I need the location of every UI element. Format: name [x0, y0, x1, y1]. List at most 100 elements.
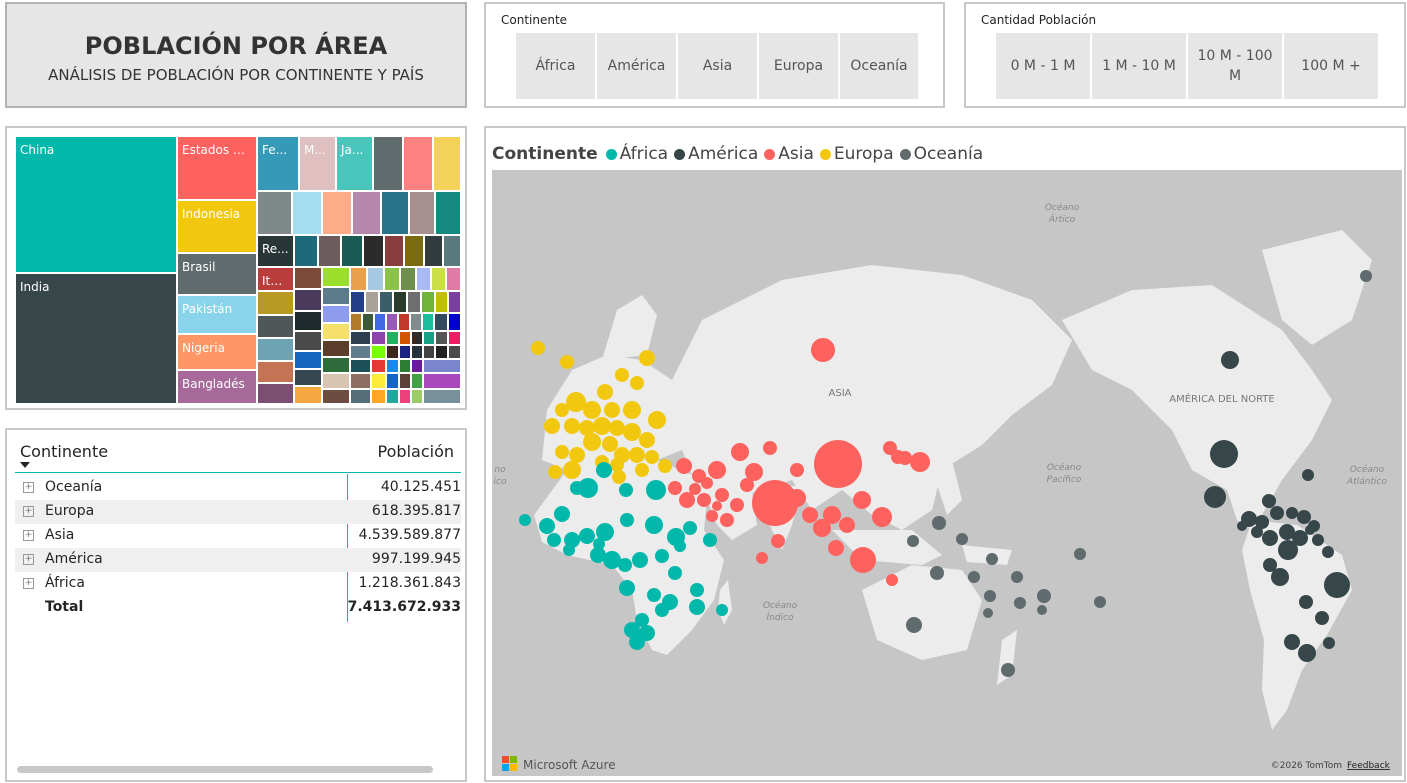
slicer-option-10-100m[interactable]: 10 M - 100 M — [1188, 33, 1282, 99]
treemap-tile[interactable] — [350, 359, 371, 373]
treemap-tile[interactable] — [448, 291, 461, 313]
treemap-tile[interactable] — [398, 313, 410, 331]
treemap-tile-indonesia[interactable]: Indonesia — [177, 200, 257, 253]
legend-item-oceania[interactable]: Oceanía — [899, 144, 983, 164]
legend-item-america[interactable]: América — [674, 144, 758, 164]
treemap-tile[interactable] — [384, 267, 400, 291]
treemap-tile[interactable] — [292, 191, 322, 235]
treemap-tile[interactable] — [423, 373, 461, 389]
treemap-tile-banglades[interactable]: Bangladés — [177, 370, 257, 404]
treemap-tile[interactable] — [374, 313, 386, 331]
slicer-option-asia[interactable]: Asia — [678, 33, 757, 99]
horizontal-scrollbar[interactable] — [17, 766, 433, 773]
treemap-tile[interactable] — [409, 191, 435, 235]
treemap-tile-pakistan[interactable]: Pakistán — [177, 295, 257, 334]
treemap-tile[interactable] — [435, 291, 448, 313]
expand-icon[interactable]: + — [23, 530, 34, 541]
legend-item-asia[interactable]: Asia — [764, 144, 814, 164]
treemap-tile[interactable] — [386, 313, 398, 331]
treemap-tile[interactable] — [386, 345, 399, 359]
treemap-tile-india[interactable]: India — [15, 273, 177, 404]
treemap-tile[interactable] — [448, 345, 461, 359]
treemap-tile[interactable] — [446, 267, 461, 291]
treemap-tile-fe[interactable]: Fe... — [257, 136, 299, 191]
treemap-tile[interactable] — [411, 389, 423, 404]
treemap-tile[interactable] — [384, 235, 404, 267]
treemap-tile[interactable] — [322, 267, 350, 287]
treemap-tile[interactable] — [404, 235, 424, 267]
treemap-tile[interactable] — [362, 313, 374, 331]
treemap-tile[interactable] — [294, 311, 322, 331]
treemap-tile[interactable] — [422, 313, 434, 331]
treemap-tile[interactable] — [393, 291, 407, 313]
treemap-tile[interactable] — [350, 291, 365, 313]
treemap-tile[interactable] — [386, 359, 399, 373]
expand-icon[interactable]: + — [23, 578, 34, 589]
treemap-tile-ita[interactable]: Ita... — [257, 267, 294, 291]
treemap-tile[interactable] — [322, 305, 350, 323]
treemap-tile[interactable] — [399, 345, 411, 359]
treemap-tile[interactable] — [411, 345, 423, 359]
treemap-tile[interactable] — [411, 373, 423, 389]
treemap-tile[interactable] — [294, 331, 322, 351]
treemap-tile-usa[interactable]: Estados U... — [177, 136, 257, 200]
treemap-tile[interactable] — [352, 191, 381, 235]
treemap-tile[interactable] — [350, 267, 367, 291]
treemap-tile[interactable] — [407, 291, 421, 313]
expand-icon[interactable]: + — [23, 554, 34, 565]
treemap-tile[interactable] — [350, 373, 371, 389]
treemap-tile[interactable] — [421, 291, 435, 313]
treemap-tile[interactable] — [322, 373, 350, 389]
treemap-tile[interactable] — [350, 313, 362, 331]
legend-item-africa[interactable]: África — [605, 144, 668, 164]
treemap-tile[interactable] — [322, 323, 350, 340]
treemap-tile[interactable] — [411, 331, 423, 345]
treemap-tile[interactable] — [322, 357, 350, 373]
treemap-tile[interactable] — [365, 291, 379, 313]
treemap-tile[interactable] — [322, 389, 350, 404]
treemap-tile[interactable] — [399, 389, 411, 404]
treemap-tile[interactable] — [371, 345, 386, 359]
treemap-tile[interactable] — [371, 373, 386, 389]
treemap-tile[interactable] — [443, 235, 461, 267]
treemap-tile[interactable] — [257, 338, 294, 361]
legend-item-europa[interactable]: Europa — [819, 144, 894, 164]
slicer-option-100m-plus[interactable]: 100 M + — [1284, 33, 1378, 99]
column-header-continent[interactable]: Continente — [20, 442, 108, 461]
treemap-tile[interactable] — [399, 373, 411, 389]
world-map[interactable]: Océano Ártico Océano Pacífico Océano Atl… — [492, 170, 1402, 776]
treemap-tile[interactable] — [386, 331, 399, 345]
treemap-tile[interactable] — [379, 291, 393, 313]
treemap-tile[interactable] — [416, 267, 431, 291]
treemap-tile-re[interactable]: Re... — [257, 235, 294, 267]
treemap-tile[interactable] — [257, 383, 294, 404]
treemap-tile[interactable] — [381, 191, 409, 235]
table-row[interactable]: + Oceanía 40.125.451 — [15, 476, 461, 500]
slicer-option-africa[interactable]: África — [516, 33, 595, 99]
treemap-tile[interactable] — [411, 359, 423, 373]
treemap-tile[interactable] — [424, 235, 443, 267]
treemap-tile[interactable] — [341, 235, 363, 267]
treemap-tile[interactable] — [423, 331, 435, 345]
slicer-option-europa[interactable]: Europa — [759, 33, 838, 99]
treemap-tile-brasil[interactable]: Brasil — [177, 253, 257, 295]
treemap-tile[interactable] — [294, 235, 318, 267]
treemap-tile[interactable] — [294, 351, 322, 369]
sort-desc-icon[interactable] — [20, 462, 30, 468]
treemap-tile[interactable] — [322, 287, 350, 305]
slicer-option-1-10m[interactable]: 1 M - 10 M — [1092, 33, 1186, 99]
treemap-tile[interactable] — [294, 267, 322, 289]
treemap-tile[interactable] — [431, 267, 446, 291]
treemap-tile-ja[interactable]: Ja... — [336, 136, 373, 191]
treemap-tile[interactable] — [399, 359, 411, 373]
treemap-tile-china[interactable]: China — [15, 136, 177, 273]
treemap-tile[interactable] — [257, 315, 294, 338]
treemap-tile[interactable] — [400, 267, 416, 291]
treemap-tile[interactable] — [318, 235, 341, 267]
table-row[interactable]: + Asia 4.539.589.877 — [15, 524, 461, 548]
treemap-tile-m[interactable]: M... — [299, 136, 336, 191]
table-row[interactable]: + Europa 618.395.817 — [15, 500, 461, 524]
treemap-tile[interactable] — [373, 136, 403, 191]
treemap-tile[interactable] — [371, 389, 386, 404]
treemap-tile[interactable] — [423, 345, 435, 359]
